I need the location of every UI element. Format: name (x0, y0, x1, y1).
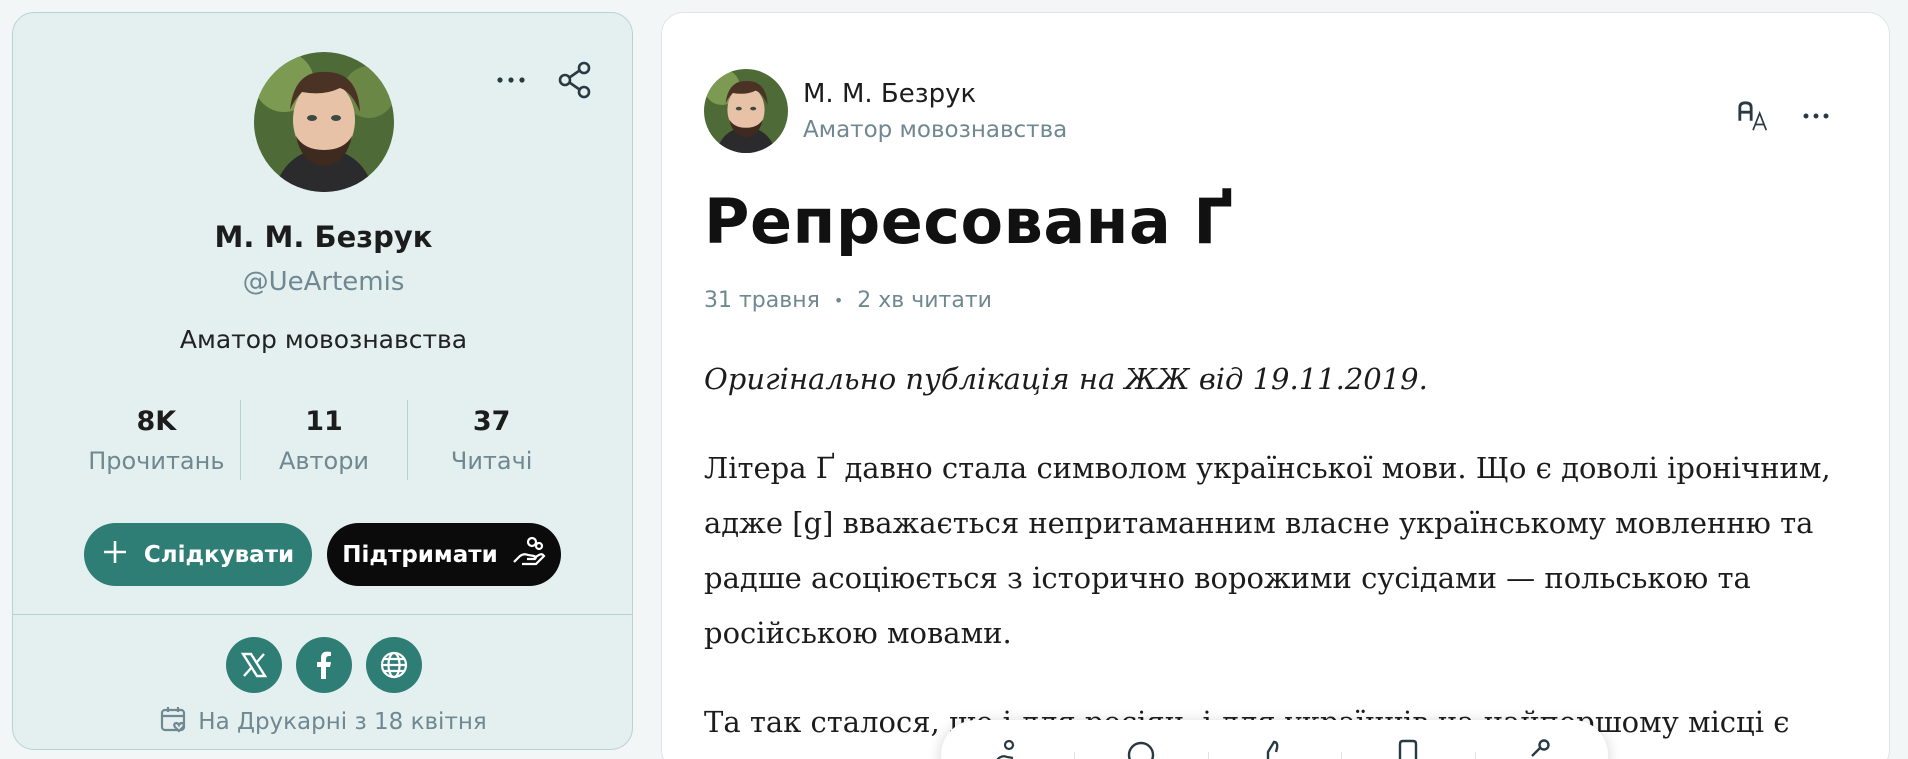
stat-authors[interactable]: 11 Автори (239, 400, 408, 480)
stat-label: Прочитань (88, 447, 225, 475)
article-meta: 31 травня • 2 хв читати (704, 288, 992, 313)
profile-bio: Аматор мовознавства (179, 325, 468, 354)
article-action-bar (941, 720, 1608, 759)
avatar[interactable] (254, 52, 394, 192)
support-button[interactable]: Підтримати (327, 523, 561, 586)
stat-value: 8K (136, 406, 177, 437)
like-icon[interactable] (1207, 738, 1341, 759)
stat-value: 37 (472, 406, 511, 437)
follow-button[interactable]: Слідкувати (84, 523, 312, 586)
globe-icon[interactable] (365, 637, 422, 693)
more-options-icon[interactable] (494, 63, 528, 97)
follow-label: Слідкувати (143, 541, 295, 568)
profile-name: М. М. Безрук (214, 220, 433, 254)
plus-icon (102, 539, 128, 571)
joined-label: На Друкарні з 18 квітня (198, 709, 487, 735)
article-paragraph: Літера Ґ давно стала символом українсько… (704, 451, 1831, 650)
publish-date: 31 травня (704, 288, 820, 313)
card-actions (494, 61, 592, 99)
meta-separator: • (833, 291, 844, 310)
share-icon[interactable] (1474, 738, 1608, 759)
profile-handle: @UeArtemis (242, 267, 405, 297)
comment-icon[interactable] (1074, 738, 1207, 759)
calendar-heart-icon (160, 705, 188, 739)
facebook-icon[interactable] (295, 637, 352, 693)
author-name[interactable]: М. М. Безрук (803, 79, 1067, 109)
author-bio: Аматор мовознавства (803, 117, 1068, 143)
stat-value: 11 (305, 406, 343, 437)
article-panel: М. М. Безрук Аматор мовознавства Репресо… (661, 12, 1890, 759)
stat-label: Читачі (450, 447, 533, 475)
author-text: М. М. Безрук Аматор мовознавства (803, 79, 1067, 143)
avatar[interactable] (704, 69, 788, 153)
support-label: Підтримати (342, 541, 498, 568)
support-author-icon[interactable] (941, 738, 1074, 759)
share-icon[interactable] (558, 61, 592, 99)
article-intro: Оригінально публікація на ЖЖ від 19.11.2… (704, 362, 1428, 396)
bookmark-icon[interactable] (1341, 738, 1474, 759)
more-options-icon[interactable] (1799, 99, 1833, 133)
card-divider (13, 614, 632, 615)
joined-date: На Друкарні з 18 квітня (13, 705, 632, 739)
article-author[interactable]: М. М. Безрук Аматор мовознавства (704, 69, 1067, 153)
donate-hand-icon (512, 536, 546, 574)
article-title: Репресована Ґ (704, 185, 1234, 258)
text-size-icon[interactable] (1737, 99, 1771, 133)
x-icon[interactable] (225, 637, 282, 693)
stat-readers[interactable]: 37 Читачі (407, 400, 575, 480)
stat-reads[interactable]: 8K Прочитань (73, 400, 240, 480)
article-body: Оригінально публікація на ЖЖ від 19.11.2… (704, 351, 1844, 750)
profile-card: М. М. Безрук @UeArtemis Аматор мовознавс… (12, 12, 633, 750)
social-links (13, 637, 632, 693)
article-tools (1737, 99, 1833, 133)
profile-stats: 8K Прочитань 11 Автори 37 Читачі (73, 400, 575, 480)
read-time: 2 хв читати (857, 288, 992, 313)
stat-label: Автори (278, 447, 370, 475)
